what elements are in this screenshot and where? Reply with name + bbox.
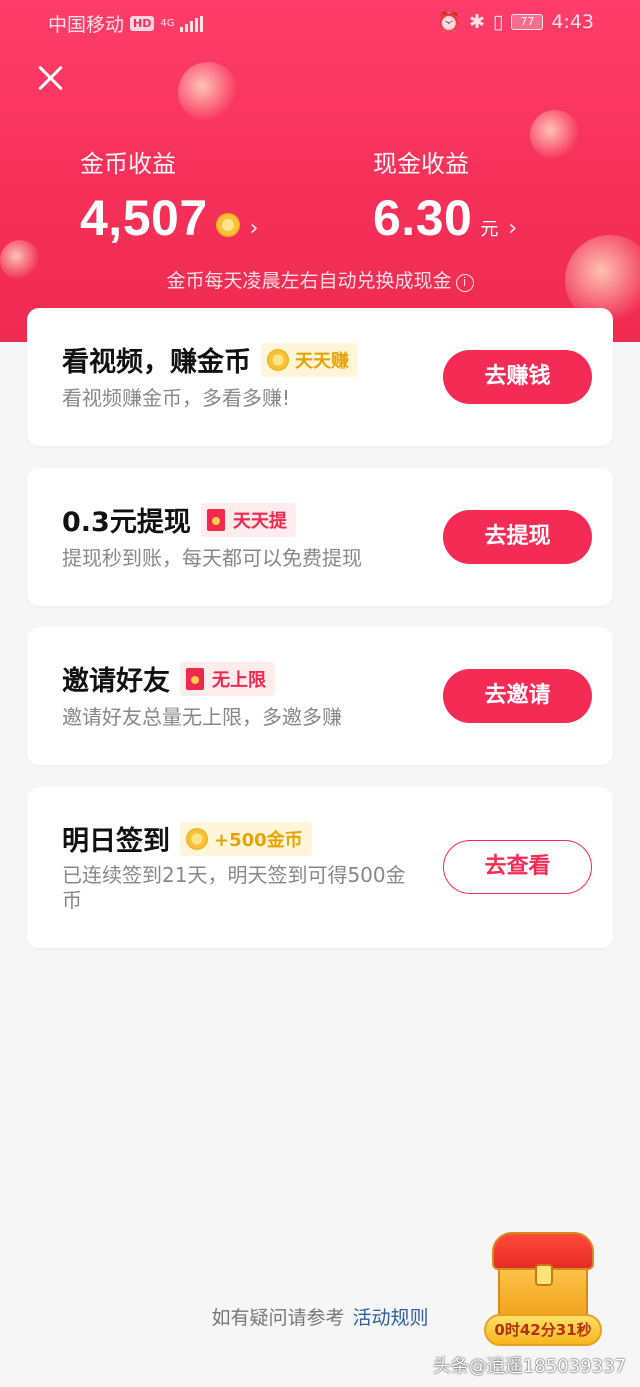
view-check-in-button[interactable]: 去查看	[443, 840, 592, 894]
hd-badge: HD	[130, 16, 155, 31]
battery-icon: 77	[511, 13, 544, 30]
task-description: 提现秒到账，每天都可以免费提现	[62, 546, 362, 570]
red-envelope-icon	[186, 667, 204, 690]
exchange-note: 金币每天凌晨左右自动兑换成现金 i	[0, 266, 640, 293]
task-card-invite: 邀请好友 无上限 邀请好友总量无上限，多邀多赚 去邀请	[27, 627, 613, 765]
task-card-watch-video: 看视频，赚金币 天天赚 看视频赚金币，多看多赚! 去赚钱	[27, 308, 613, 446]
cash-earnings-value: 6.30	[373, 190, 473, 246]
exchange-note-text: 金币每天凌晨左右自动兑换成现金	[166, 270, 452, 292]
footer-text: 如有疑问请参考	[211, 1307, 345, 1329]
coin-icon	[267, 348, 289, 371]
chevron-right-icon: ›	[249, 216, 259, 241]
decor-bubble	[530, 110, 580, 160]
task-title: 0.3元提现	[62, 507, 191, 538]
chest-lock-icon	[535, 1264, 553, 1286]
task-description: 邀请好友总量无上限，多邀多赚	[62, 705, 342, 729]
signal-icon	[180, 15, 204, 32]
activity-rules-link[interactable]: 活动规则	[353, 1307, 429, 1329]
close-icon[interactable]	[30, 58, 70, 98]
task-card-withdraw: 0.3元提现 天天提 提现秒到账，每天都可以免费提现 去提现	[27, 468, 613, 606]
status-bar: 中国移动 HD 4G ⏰ ✱ ▯ 77 4:43	[0, 0, 640, 44]
network-type: 4G	[160, 17, 175, 29]
red-envelope-icon	[206, 508, 225, 531]
task-tag: +500金币	[180, 821, 312, 856]
bluetooth-icon: ✱	[468, 10, 485, 33]
task-description: 看视频赚金币，多看多赚!	[62, 386, 291, 410]
cash-unit: 元	[480, 219, 499, 240]
coin-earnings-label: 金币收益	[80, 150, 176, 178]
task-tag: 天天赚	[261, 342, 358, 377]
task-tag-label: 天天赚	[295, 350, 349, 372]
coin-icon	[186, 827, 208, 850]
earnings-header: 中国移动 HD 4G ⏰ ✱ ▯ 77 4:43 金币收益 4,507 › 现金…	[0, 0, 640, 342]
chest-countdown[interactable]: 0时42分31秒	[484, 1314, 602, 1346]
treasure-chest[interactable]: 0时42分31秒	[480, 1228, 606, 1352]
cash-earnings-label: 现金收益	[373, 150, 469, 178]
task-tag-label: 天天提	[232, 510, 287, 532]
task-tag: 无上限	[180, 661, 275, 696]
task-tag-label: +500金币	[214, 829, 303, 851]
invite-button[interactable]: 去邀请	[443, 669, 592, 723]
task-tag-label: 无上限	[212, 669, 266, 691]
coin-icon	[215, 213, 240, 237]
carrier-name: 中国移动	[48, 14, 125, 36]
vibrate-icon: ▯	[492, 10, 504, 33]
coin-earnings[interactable]: 金币收益 4,507 ›	[80, 144, 258, 247]
watermark: 头条@逍遥185039337	[432, 1356, 626, 1377]
clock: 4:43	[551, 10, 594, 33]
cash-earnings[interactable]: 现金收益 6.30 元 ›	[373, 144, 517, 247]
withdraw-button[interactable]: 去提现	[443, 510, 592, 564]
decor-bubble	[178, 62, 238, 122]
task-title: 邀请好友	[62, 666, 170, 697]
coin-earnings-value: 4,507	[80, 190, 208, 246]
task-description: 已连续签到21天，明天签到可得500金币	[62, 863, 406, 912]
task-title: 明日签到	[62, 826, 170, 857]
task-tag: 天天提	[200, 502, 296, 537]
info-icon[interactable]: i	[455, 274, 474, 292]
chevron-right-icon: ›	[508, 216, 518, 241]
alarm-icon: ⏰	[437, 11, 461, 33]
task-title: 看视频，赚金币	[62, 347, 251, 378]
earn-money-button[interactable]: 去赚钱	[443, 350, 592, 404]
task-card-check-in: 明日签到 +500金币 已连续签到21天，明天签到可得500金币 去查看	[27, 787, 613, 948]
